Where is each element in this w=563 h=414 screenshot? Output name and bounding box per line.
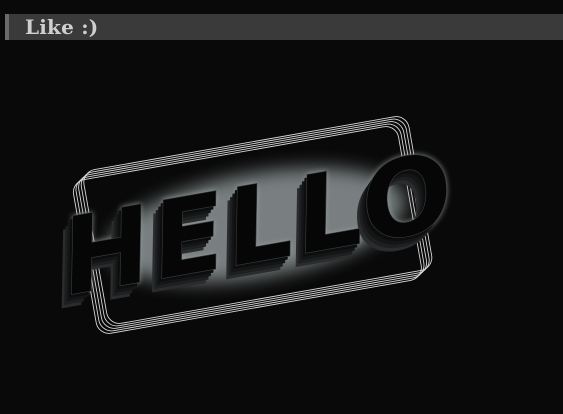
sign-frame: HELLO HELLO HELLO HELLO HELLO HELLO bbox=[42, 116, 465, 334]
hello-sign-art: HELLO HELLO HELLO HELLO HELLO HELLO bbox=[42, 116, 465, 334]
